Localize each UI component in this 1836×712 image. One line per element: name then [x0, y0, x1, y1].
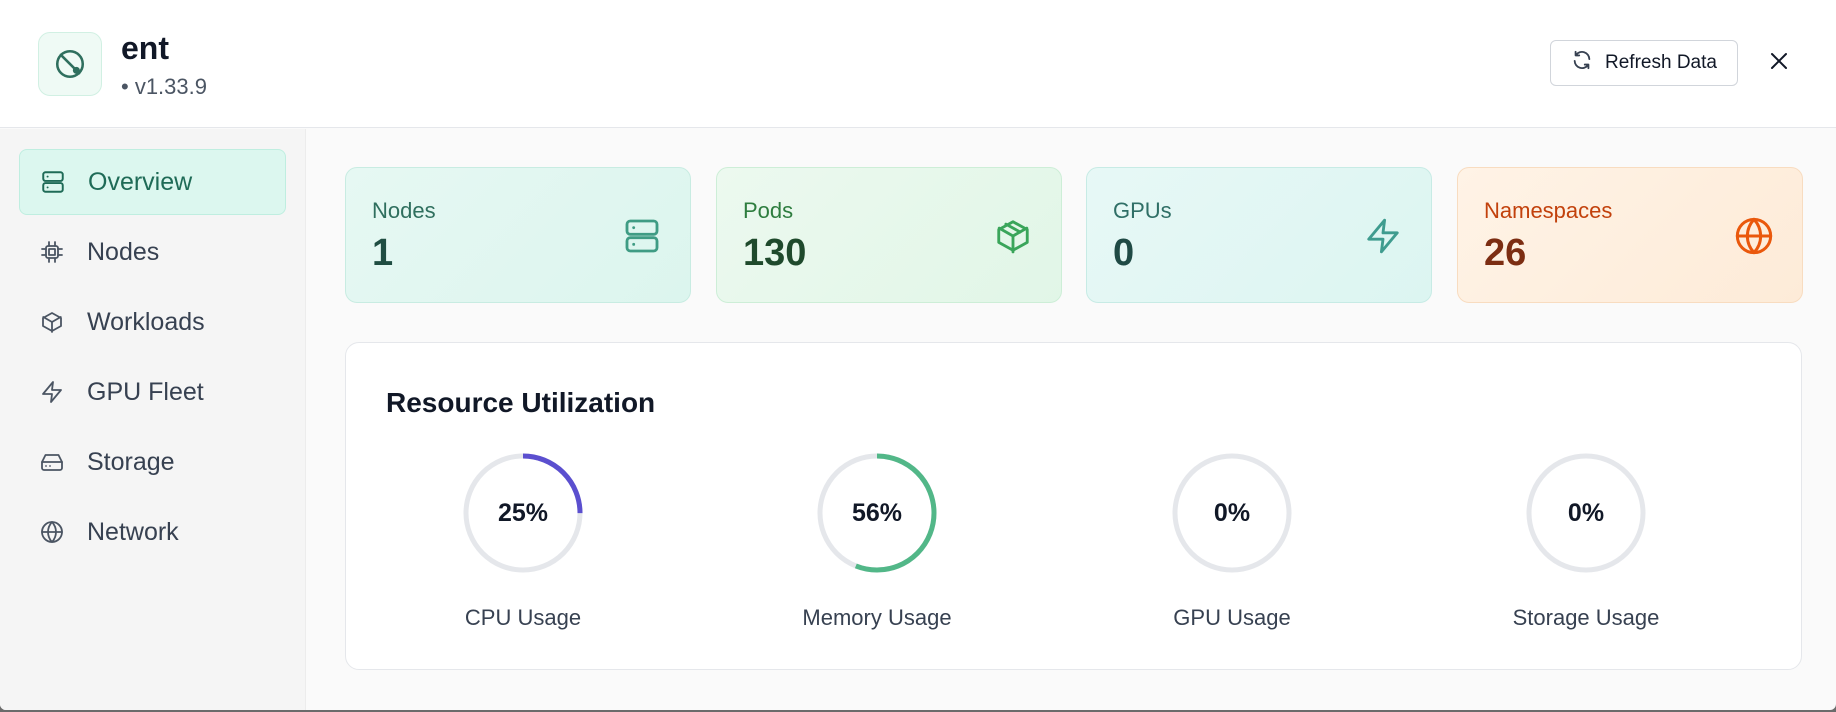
stat-label: GPUs — [1113, 198, 1172, 223]
stat-card-nodes: Nodes 1 — [345, 167, 691, 303]
gauge-cpu: 25% CPU Usage — [403, 453, 643, 643]
close-icon — [1769, 51, 1789, 76]
stat-card-pods: Pods 130 — [716, 167, 1062, 303]
server-icon — [40, 169, 66, 195]
gauge-value: 0% — [1567, 499, 1605, 527]
refresh-icon — [1571, 49, 1593, 77]
cpu-icon — [39, 239, 65, 265]
gauge-storage: 0% Storage Usage — [1466, 453, 1706, 643]
sidebar-item-label: Storage — [87, 447, 175, 476]
gauge-value: 25% — [497, 499, 549, 527]
stat-label: Nodes — [372, 198, 436, 223]
stat-value: 26 — [1484, 232, 1527, 274]
sidebar-item-network[interactable]: Network — [19, 499, 286, 565]
stat-label: Pods — [743, 198, 794, 223]
box-icon — [39, 309, 65, 335]
cluster-icon — [38, 32, 102, 96]
lightning-icon — [39, 379, 65, 405]
gauge-value: 0% — [1213, 499, 1251, 527]
sidebar-item-label: GPU Fleet — [87, 377, 204, 406]
gauge-label: CPU Usage — [464, 605, 582, 630]
gauge-label: Memory Usage — [802, 605, 952, 630]
sidebar-item-label: Overview — [88, 167, 193, 196]
lightning-icon — [1361, 214, 1405, 258]
sidebar-item-nodes[interactable]: Nodes — [19, 219, 286, 285]
stat-value: 0 — [1113, 232, 1135, 274]
gauge-gpu: 0% GPU Usage — [1112, 453, 1352, 643]
sidebar-item-label: Network — [87, 517, 179, 546]
gauge-memory: 56% Memory Usage — [757, 453, 997, 643]
server-icon — [620, 214, 664, 258]
close-button[interactable] — [1760, 44, 1798, 82]
hard-drive-icon — [39, 449, 65, 475]
sidebar-item-storage[interactable]: Storage — [19, 429, 286, 495]
sidebar-item-label: Nodes — [87, 237, 160, 266]
sidebar-item-workloads[interactable]: Workloads — [19, 289, 286, 355]
refresh-data-label: Refresh Data — [1605, 52, 1717, 73]
sidebar-item-label: Workloads — [87, 307, 205, 336]
cluster-details-window: ent • v1.33.9 Refresh Data Overview Node… — [0, 0, 1836, 710]
stat-card-gpus: GPUs 0 — [1086, 167, 1432, 303]
sidebar-item-overview[interactable]: Overview — [19, 149, 286, 215]
globe-icon — [1732, 214, 1776, 258]
gauge-label: GPU Usage — [1173, 605, 1291, 630]
cluster-title: ent — [121, 30, 169, 66]
cluster-version: • v1.33.9 — [121, 74, 207, 99]
stat-value: 1 — [372, 232, 394, 274]
globe-icon — [39, 519, 65, 545]
header: ent • v1.33.9 Refresh Data — [0, 0, 1836, 128]
sidebar: Overview Nodes Workloads GPU Fleet Stora… — [0, 129, 306, 710]
stat-label: Namespaces — [1484, 198, 1613, 223]
gauge-value: 56% — [851, 499, 903, 527]
resource-utilization-panel: Resource Utilization 25% CPU Usage 56% M… — [345, 342, 1802, 670]
stat-value: 130 — [743, 232, 807, 274]
sidebar-item-gpu-fleet[interactable]: GPU Fleet — [19, 359, 286, 425]
panel-title: Resource Utilization — [386, 387, 656, 418]
stat-card-namespaces: Namespaces 26 — [1457, 167, 1803, 303]
refresh-data-button[interactable]: Refresh Data — [1550, 40, 1738, 86]
gauge-label: Storage Usage — [1512, 605, 1660, 630]
box-icon — [991, 214, 1035, 258]
